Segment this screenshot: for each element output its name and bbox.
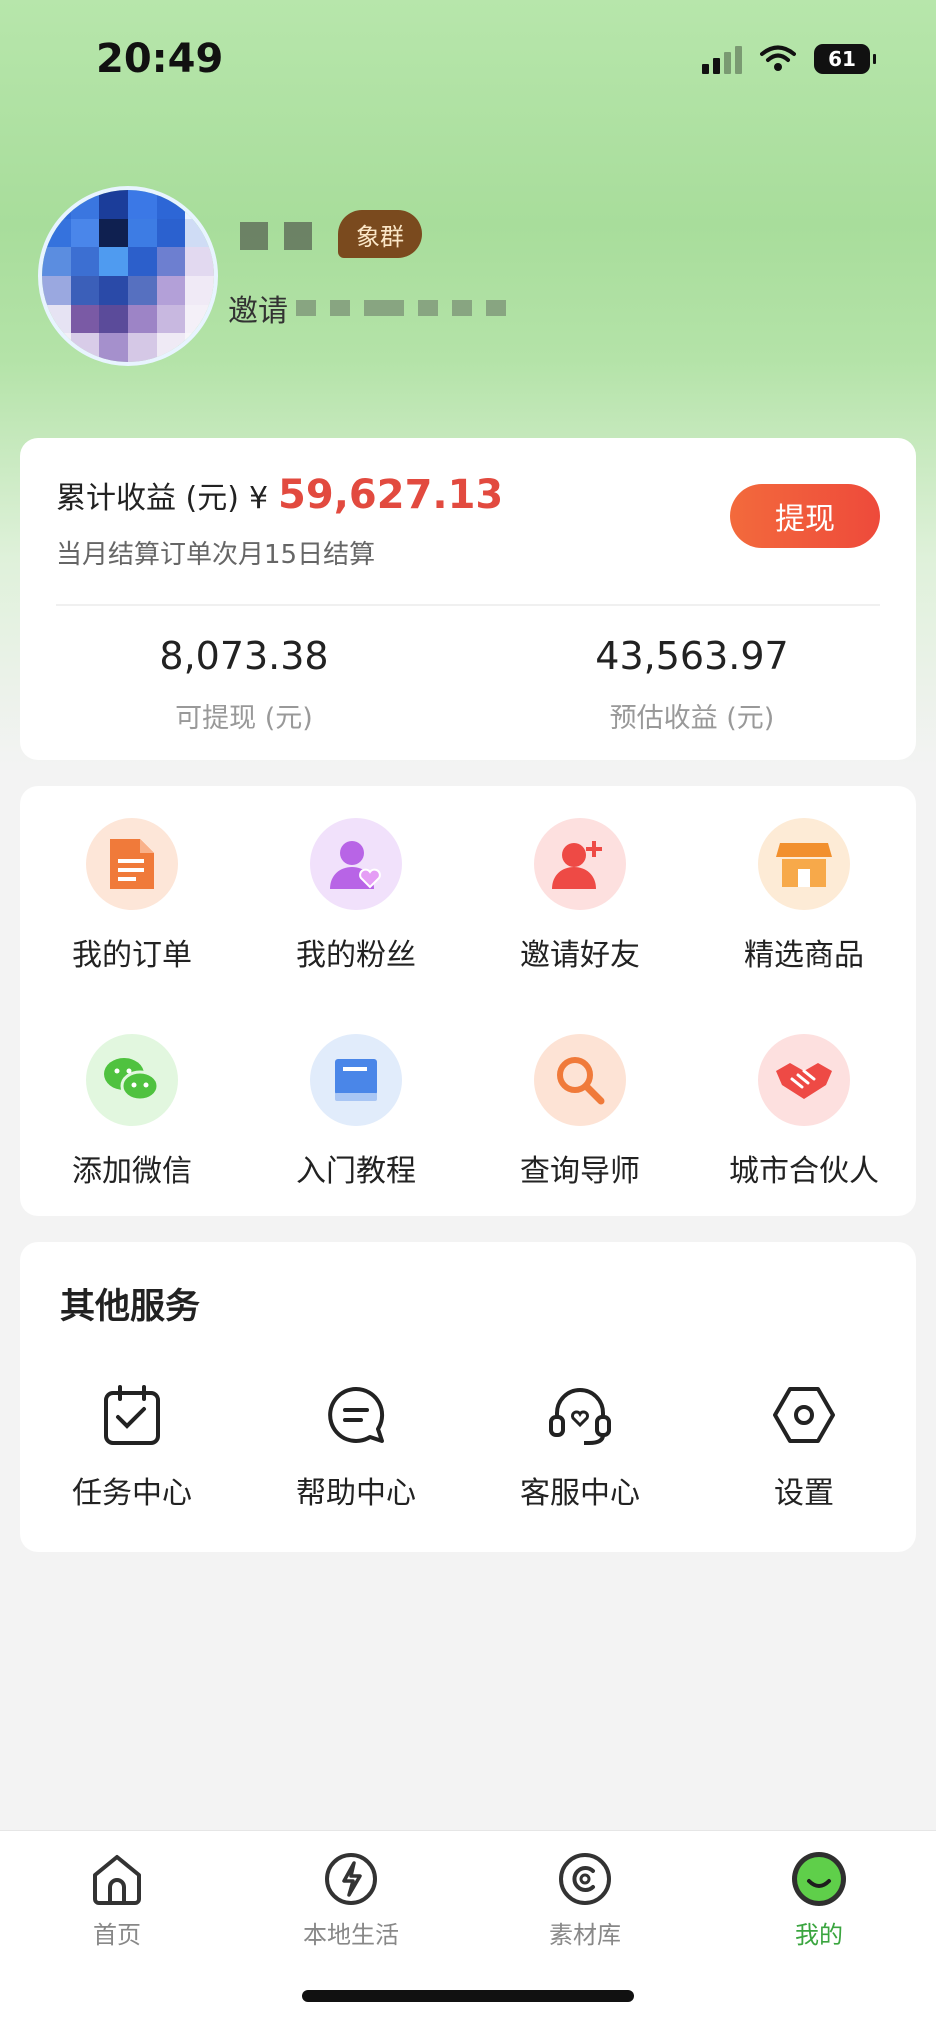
service-label: 客服中心 — [520, 1476, 640, 1511]
home-icon — [87, 1849, 147, 1909]
feature-grid: 我的订单 我的粉丝 邀请好友 精选商品 添加微信 入门教程 查询导师 城市合伙人 — [20, 786, 916, 1216]
service-label: 设置 — [774, 1476, 834, 1511]
status-time: 20:49 — [96, 36, 224, 82]
invite-label: 邀请 — [228, 294, 288, 329]
feature-label: 添加微信 — [72, 1154, 192, 1189]
handshake-icon — [758, 1034, 850, 1126]
store-icon — [758, 818, 850, 910]
service-label: 帮助中心 — [296, 1476, 416, 1511]
estimated-stat[interactable]: 43,563.97 预估收益 (元) — [468, 634, 916, 735]
feature-label: 城市合伙人 — [729, 1154, 879, 1189]
battery-icon: 61 — [814, 44, 876, 74]
group-badge: 象群 — [338, 210, 422, 258]
tab-label: 素材库 — [549, 1921, 621, 1949]
settlement-note: 当月结算订单次月15日结算 — [56, 540, 376, 570]
earnings-card: 累计收益 (元) ¥ 59,627.13 当月结算订单次月15日结算 提现 8,… — [20, 438, 916, 760]
feature-city-partner[interactable]: 城市合伙人 — [692, 1034, 916, 1190]
material-icon — [555, 1849, 615, 1909]
feature-invite-friends[interactable]: 邀请好友 — [468, 818, 692, 974]
lightning-icon — [321, 1849, 381, 1909]
feature-label: 邀请好友 — [520, 938, 640, 973]
feature-label: 我的粉丝 — [296, 938, 416, 973]
tab-home[interactable]: 首页 — [0, 1849, 234, 1950]
invite-code[interactable]: 邀请 — [228, 286, 506, 330]
earnings-title: 累计收益 (元) — [56, 481, 239, 516]
task-calendar-icon — [97, 1380, 167, 1450]
feature-my-fans[interactable]: 我的粉丝 — [244, 818, 468, 974]
withdrawable-label: 可提现 (元) — [175, 703, 313, 734]
fans-heart-icon — [310, 818, 402, 910]
wifi-icon — [760, 45, 796, 71]
earnings-title-row: 累计收益 (元) ¥ 59,627.13 — [56, 472, 503, 518]
home-indicator — [302, 1990, 634, 2002]
feature-my-orders[interactable]: 我的订单 — [20, 818, 244, 974]
profile-smile-icon — [789, 1849, 849, 1909]
feature-label: 入门教程 — [296, 1154, 416, 1189]
signal-icon — [702, 44, 742, 74]
headset-icon — [545, 1380, 615, 1450]
withdrawable-value: 8,073.38 — [159, 634, 329, 678]
book-icon — [310, 1034, 402, 1126]
tab-local-life[interactable]: 本地生活 — [234, 1849, 468, 1950]
estimated-value: 43,563.97 — [595, 634, 789, 678]
currency-symbol: ¥ — [248, 481, 269, 516]
feature-selected-products[interactable]: 精选商品 — [692, 818, 916, 974]
wechat-icon — [86, 1034, 178, 1126]
tab-mine[interactable]: 我的 — [702, 1849, 936, 1950]
status-icons: 61 — [702, 44, 876, 74]
feature-add-wechat[interactable]: 添加微信 — [20, 1034, 244, 1190]
divider — [56, 604, 880, 606]
feature-label: 查询导师 — [520, 1154, 640, 1189]
invite-code-redacted — [296, 300, 506, 316]
tab-label: 本地生活 — [303, 1921, 399, 1949]
section-title: 其他服务 — [60, 1287, 201, 1327]
settings-hexagon-icon — [769, 1380, 839, 1450]
username-redacted — [240, 222, 312, 250]
search-icon — [534, 1034, 626, 1126]
earnings-amount: 59,627.13 — [278, 472, 504, 518]
avatar[interactable] — [38, 186, 218, 366]
feature-tutorial[interactable]: 入门教程 — [244, 1034, 468, 1190]
withdraw-button[interactable]: 提现 — [730, 484, 880, 548]
feature-find-mentor[interactable]: 查询导师 — [468, 1034, 692, 1190]
withdrawable-stat[interactable]: 8,073.38 可提现 (元) — [20, 634, 468, 735]
other-services-card: 其他服务 任务中心 帮助中心 客服中心 设置 — [20, 1242, 916, 1552]
order-document-icon — [86, 818, 178, 910]
service-settings[interactable]: 设置 — [692, 1380, 916, 1512]
service-task-center[interactable]: 任务中心 — [20, 1380, 244, 1512]
add-friend-icon — [534, 818, 626, 910]
estimated-label: 预估收益 (元) — [609, 703, 775, 734]
tab-label: 我的 — [795, 1921, 843, 1949]
feature-label: 我的订单 — [72, 938, 192, 973]
tab-material-library[interactable]: 素材库 — [468, 1849, 702, 1950]
help-chat-icon — [321, 1380, 391, 1450]
feature-label: 精选商品 — [744, 938, 864, 973]
service-help-center[interactable]: 帮助中心 — [244, 1380, 468, 1512]
tab-label: 首页 — [93, 1921, 141, 1949]
service-customer-service[interactable]: 客服中心 — [468, 1380, 692, 1512]
service-label: 任务中心 — [72, 1476, 192, 1511]
